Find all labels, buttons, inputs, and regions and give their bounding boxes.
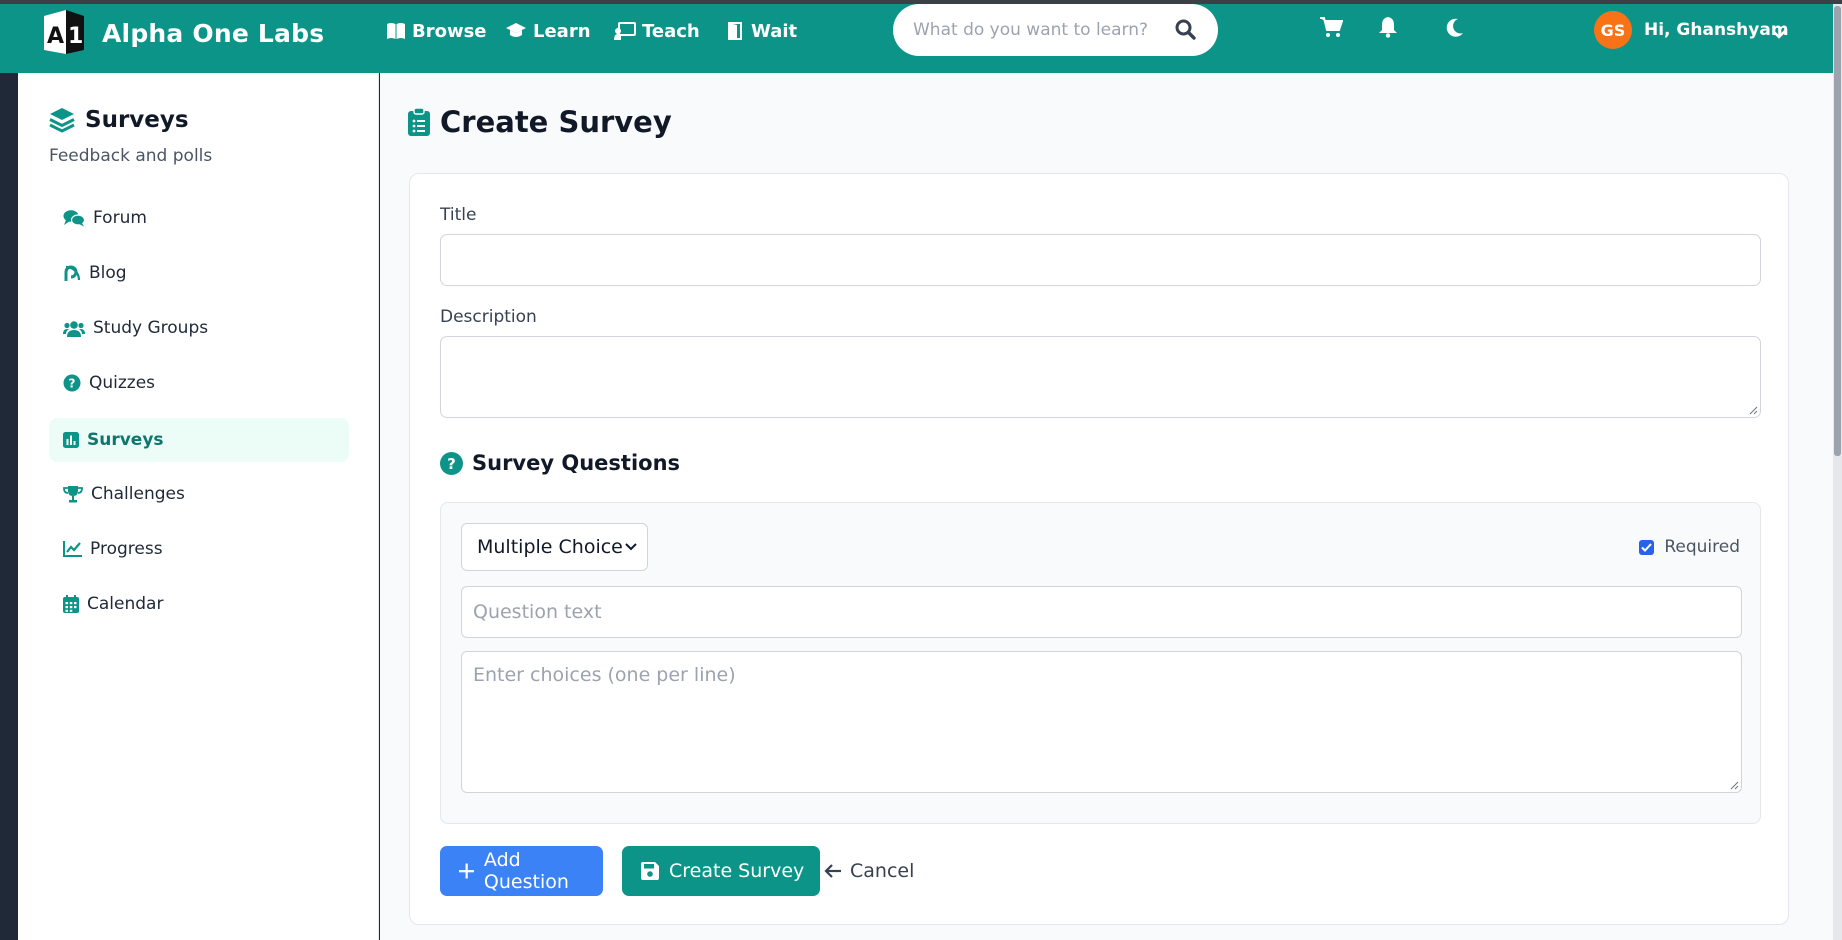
sidebar-item-label: Surveys	[87, 430, 164, 450]
save-icon	[641, 862, 659, 880]
svg-text:?: ?	[69, 377, 76, 391]
description-textarea[interactable]	[440, 336, 1761, 418]
nav-browse-label: Browse	[412, 20, 487, 42]
sidebar-item-label: Calendar	[87, 594, 164, 614]
question-block: Multiple Choice Required Question text E…	[440, 502, 1761, 824]
brand[interactable]: A 1 Alpha One Labs	[40, 8, 324, 58]
calendar-icon	[63, 595, 79, 613]
required-checkbox[interactable]	[1639, 539, 1655, 555]
user-greeting[interactable]: Hi, Ghanshyam	[1644, 20, 1789, 40]
sidebar-item-calendar[interactable]: Calendar	[49, 582, 349, 626]
poll-icon	[63, 432, 79, 448]
add-question-label: Add Question	[483, 849, 569, 893]
sidebar-item-quizzes[interactable]: ? Quizzes	[49, 361, 349, 405]
chevron-down-icon	[625, 543, 637, 551]
question-type-select[interactable]: Multiple Choice	[461, 523, 648, 571]
create-survey-label: Create Survey	[669, 860, 805, 882]
sidebar-item-label: Challenges	[91, 484, 185, 504]
clipboard-list-icon	[408, 108, 430, 136]
title-input[interactable]	[440, 234, 1761, 286]
trophy-icon	[63, 486, 83, 503]
cancel-label: Cancel	[850, 860, 915, 882]
blog-icon	[64, 265, 81, 281]
scrollbar-thumb[interactable]	[1834, 6, 1841, 456]
nav-teach[interactable]: Teach	[614, 18, 727, 44]
sidebar-item-blog[interactable]: Blog	[49, 251, 349, 295]
main-content: Create Survey Title Description ? Survey…	[380, 73, 1833, 940]
nav-teach-label: Teach	[642, 20, 700, 42]
question-type-value: Multiple Choice	[477, 536, 623, 558]
svg-text:A: A	[47, 24, 64, 49]
brand-logo: A 1	[40, 10, 88, 56]
search-bar	[893, 4, 1218, 56]
question-text-input[interactable]: Question text	[461, 586, 1742, 638]
users-icon	[63, 320, 85, 337]
resize-handle-icon[interactable]	[1748, 405, 1758, 415]
plus-icon	[459, 863, 474, 879]
description-label: Description	[440, 307, 537, 327]
title-label: Title	[440, 205, 477, 225]
add-question-button[interactable]: Add Question	[440, 846, 603, 896]
nav-learn[interactable]: Learn	[505, 18, 614, 44]
brand-name: Alpha One Labs	[102, 18, 325, 48]
graduation-cap-icon	[506, 23, 526, 37]
sidebar: Surveys Feedback and polls Forum Blog St…	[18, 73, 379, 940]
sidebar-subtitle: Feedback and polls	[49, 146, 213, 166]
survey-form-card: Title Description ? Survey Questions Mul…	[409, 173, 1789, 925]
sidebar-item-progress[interactable]: Progress	[49, 527, 349, 571]
avatar[interactable]: GS	[1594, 11, 1632, 49]
nav-browse[interactable]: Browse	[386, 18, 505, 44]
cart-icon[interactable]	[1319, 16, 1344, 42]
search-input[interactable]	[913, 20, 1163, 40]
sidebar-item-study-groups[interactable]: Study Groups	[49, 306, 349, 350]
sidebar-item-label: Study Groups	[93, 318, 209, 338]
questions-heading: ? Survey Questions	[440, 451, 680, 475]
required-toggle[interactable]: Required	[1639, 537, 1740, 557]
chart-line-icon	[63, 541, 82, 557]
create-survey-button[interactable]: Create Survey	[622, 846, 820, 896]
svg-text:?: ?	[447, 455, 456, 473]
book-icon	[387, 23, 405, 39]
question-circle-icon: ?	[63, 374, 81, 392]
chevron-down-icon[interactable]	[1771, 24, 1787, 43]
sidebar-item-challenges[interactable]: Challenges	[49, 472, 349, 516]
page-header: Create Survey	[408, 105, 672, 139]
bell-icon[interactable]	[1378, 16, 1398, 42]
chalkboard-teacher-icon	[614, 22, 636, 40]
page-title: Create Survey	[440, 105, 672, 139]
sidebar-item-label: Quizzes	[89, 373, 156, 393]
sidebar-item-label: Progress	[90, 539, 163, 559]
question-text-placeholder: Question text	[473, 601, 602, 623]
choices-textarea[interactable]: Enter choices (one per line)	[461, 651, 1742, 793]
resize-handle-icon[interactable]	[1729, 780, 1739, 790]
svg-text:1: 1	[68, 24, 83, 49]
choices-placeholder: Enter choices (one per line)	[473, 664, 736, 686]
arrow-left-icon	[824, 864, 841, 878]
cancel-link[interactable]: Cancel	[824, 846, 914, 896]
nav-wait[interactable]: Wait	[727, 18, 817, 44]
questions-heading-label: Survey Questions	[472, 451, 681, 475]
sidebar-title: Surveys	[85, 107, 189, 133]
sidebar-item-surveys[interactable]: Surveys	[49, 418, 349, 462]
door-icon	[728, 22, 742, 40]
sidebar-header: Surveys	[49, 107, 189, 133]
sidebar-item-label: Forum	[93, 208, 147, 228]
comments-icon	[63, 210, 85, 227]
moon-icon[interactable]	[1446, 18, 1464, 42]
top-navbar: A 1 Alpha One Labs Browse Learn Teach Wa…	[0, 4, 1833, 73]
layers-icon	[49, 108, 75, 133]
search-icon[interactable]	[1175, 19, 1196, 44]
required-label: Required	[1664, 537, 1740, 557]
nav-learn-label: Learn	[533, 20, 591, 42]
sidebar-item-label: Blog	[89, 263, 127, 283]
question-circle-icon: ?	[440, 451, 463, 475]
sidebar-item-forum[interactable]: Forum	[49, 196, 349, 240]
main-nav: Browse Learn Teach Wait	[386, 18, 817, 44]
nav-wait-label: Wait	[751, 20, 798, 42]
